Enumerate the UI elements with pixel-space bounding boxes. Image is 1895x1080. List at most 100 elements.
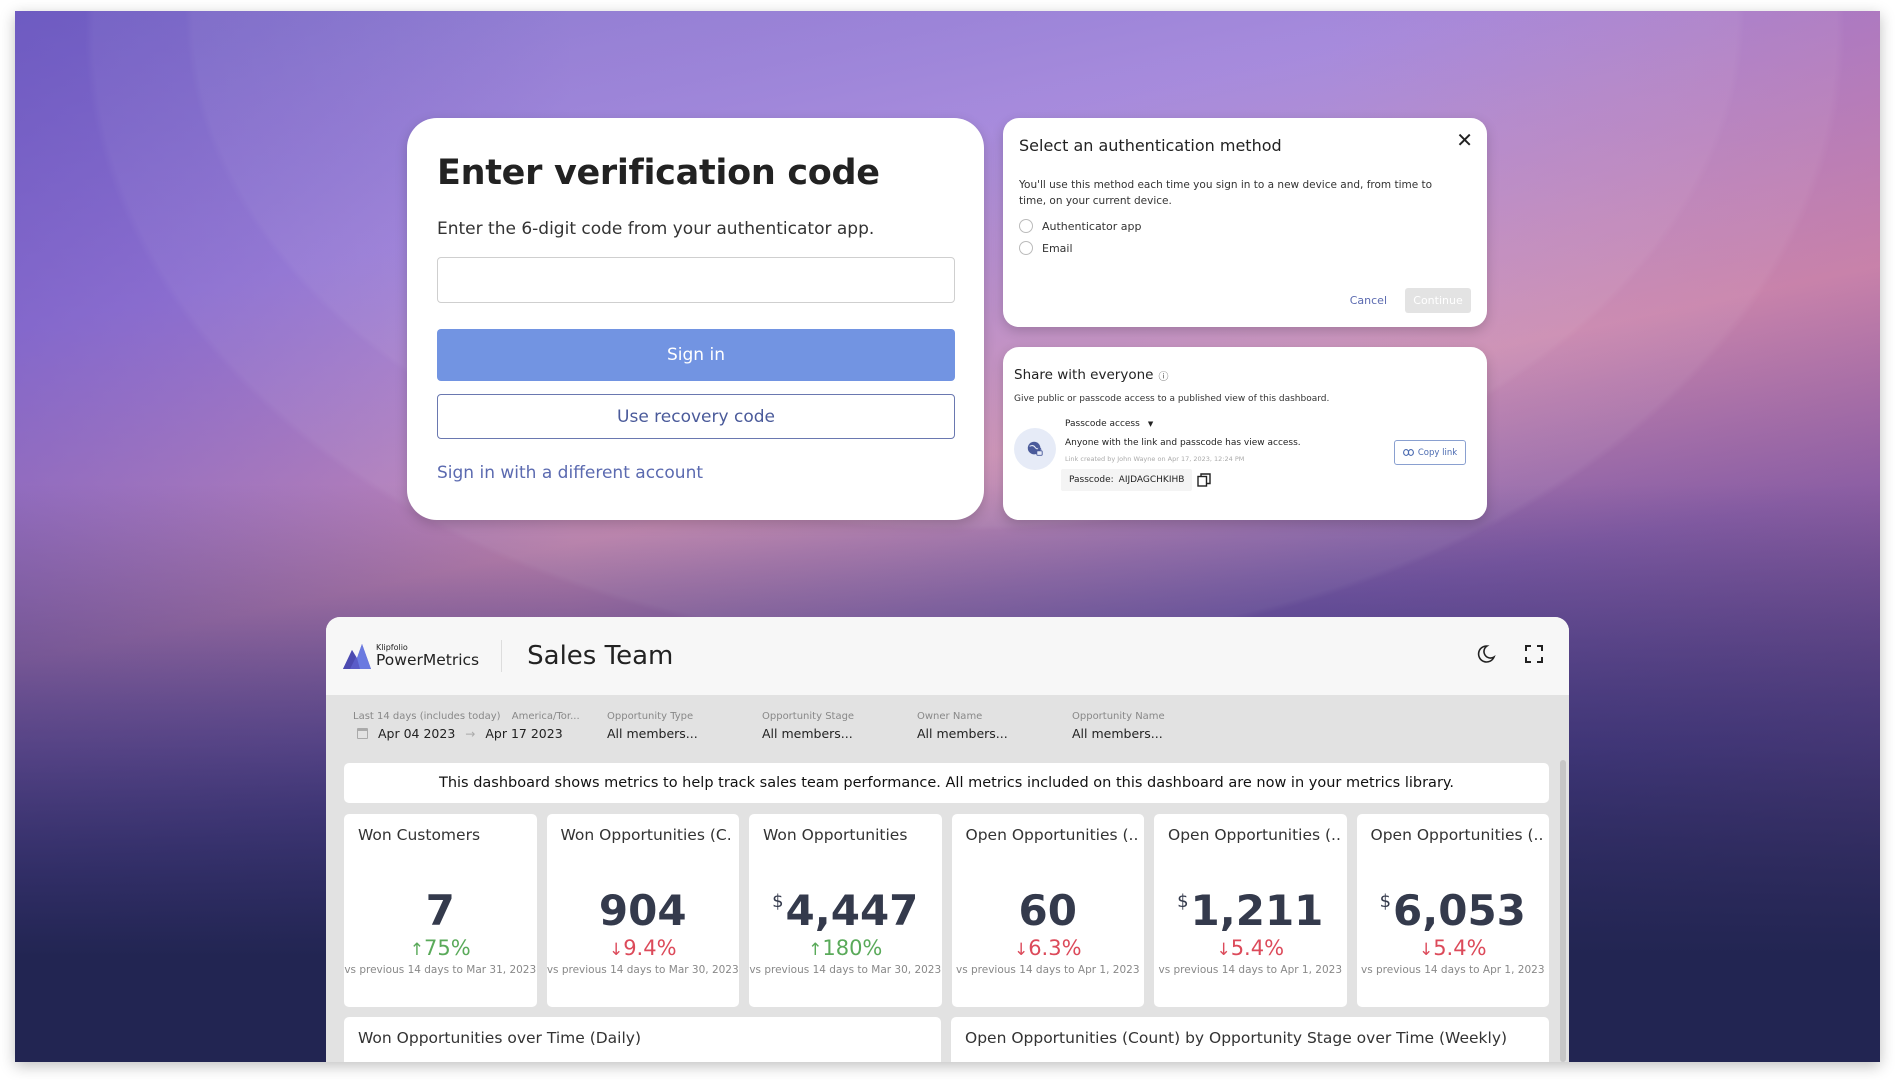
kpi-delta-value: 9.4% bbox=[623, 936, 677, 960]
globe-lock-icon bbox=[1014, 428, 1056, 470]
filter-bar: Last 14 days (includes today) America/To… bbox=[326, 695, 1569, 757]
kpi-delta-value: 75% bbox=[424, 936, 471, 960]
kpi-title: Won Customers bbox=[358, 826, 481, 844]
kpi-value: $6,053 bbox=[1357, 886, 1550, 935]
kpi-card[interactable]: Open Opportunities (... $1,211 ↓5.4% vs pre… bbox=[1154, 814, 1347, 1007]
radio-email[interactable]: Email bbox=[1019, 241, 1471, 255]
kpi-number: 7 bbox=[425, 886, 455, 935]
kpi-delta: ↑180% bbox=[749, 936, 942, 960]
currency-prefix: $ bbox=[1177, 891, 1189, 912]
kpi-comparison: vs previous 14 days to Apr 1, 2023 bbox=[955, 964, 1140, 976]
verification-code-input[interactable] bbox=[437, 257, 955, 303]
kpi-card[interactable]: Won Opportunities (C... 904 ↓9.4% vs previo… bbox=[546, 814, 740, 1007]
link-meta: Link created by John Wayne on Apr 17, 20… bbox=[1065, 455, 1245, 463]
filter-label: Opportunity Name bbox=[1072, 711, 1165, 722]
auth-dialog-description: You'll use this method each time you sig… bbox=[1019, 179, 1433, 207]
kpi-comparison: vs previous 14 days to Apr 1, 2023 bbox=[1158, 964, 1343, 976]
use-recovery-code-button[interactable]: Use recovery code bbox=[437, 394, 955, 439]
access-type-dropdown[interactable]: Passcode access ▼ bbox=[1065, 419, 1153, 429]
date-start: Apr 04 2023 bbox=[378, 726, 456, 741]
currency-prefix: $ bbox=[772, 891, 784, 912]
copy-link-label: Copy link bbox=[1417, 447, 1458, 458]
powermetrics-logo[interactable]: Klipfolio PowerMetrics bbox=[342, 642, 479, 670]
copy-link-button[interactable]: Copy link bbox=[1394, 440, 1466, 465]
kpi-comparison: vs previous 14 days to Apr 1, 2023 bbox=[1360, 964, 1545, 976]
close-icon[interactable]: ✕ bbox=[1456, 128, 1473, 152]
dashboard-window: Klipfolio PowerMetrics Sales Team Last 1… bbox=[326, 617, 1569, 1062]
kpi-card[interactable]: Open Opportunities (... 60 ↓6.3% vs previou… bbox=[951, 814, 1145, 1007]
access-description: Anyone with the link and passcode has vi… bbox=[1065, 438, 1301, 448]
kpi-card[interactable]: Won Opportunities $4,447 ↑180% vs previous … bbox=[749, 814, 942, 1007]
calendar-icon bbox=[357, 728, 368, 739]
radio-button[interactable] bbox=[1019, 241, 1033, 255]
kpi-comparison: vs previous 14 days to Mar 31, 2023 bbox=[344, 964, 537, 976]
kpi-title: Open Opportunities (... bbox=[1168, 826, 1341, 844]
verification-subtitle: Enter the 6-digit code from your authent… bbox=[437, 219, 875, 239]
kpi-delta: ↓5.4% bbox=[1154, 936, 1347, 960]
sign-in-different-account-link[interactable]: Sign in with a different account bbox=[437, 463, 954, 483]
filter-owner-name[interactable]: Owner Name All members... bbox=[917, 711, 1072, 757]
arrow-down-icon: ↓ bbox=[1216, 940, 1231, 960]
date-range-filter[interactable]: Last 14 days (includes today) America/To… bbox=[353, 711, 607, 757]
passcode-label: Passcode: bbox=[1069, 475, 1114, 485]
filter-value: All members... bbox=[607, 726, 698, 741]
dashboard-notice: This dashboard shows metrics to help tra… bbox=[344, 763, 1549, 803]
kpi-card[interactable]: Won Customers 7 ↑75% vs previous 14 days to… bbox=[344, 814, 537, 1007]
chart-card-won-opportunities[interactable]: Won Opportunities over Time (Daily) bbox=[344, 1017, 941, 1062]
share-title-row: Share with everyone ⓘ bbox=[1014, 367, 1476, 383]
filter-opportunity-stage[interactable]: Opportunity Stage All members... bbox=[762, 711, 917, 757]
filter-label: Opportunity Stage bbox=[762, 711, 855, 722]
auth-dialog-actions: Cancel Continue bbox=[1350, 288, 1471, 313]
kpi-delta-value: 180% bbox=[822, 936, 883, 960]
kpi-value: 7 bbox=[344, 886, 537, 935]
kpi-value: 904 bbox=[547, 886, 740, 935]
filter-opportunity-name[interactable]: Opportunity Name All members... bbox=[1072, 711, 1227, 757]
kpi-title: Open Opportunities (... bbox=[965, 826, 1139, 844]
kpi-delta-value: 6.3% bbox=[1028, 936, 1082, 960]
share-description: Give public or passcode access to a publ… bbox=[1014, 394, 1330, 404]
kpi-number: 60 bbox=[1018, 886, 1077, 935]
share-body: Passcode access ▼ Anyone with the link a… bbox=[1014, 416, 1476, 506]
kpi-value: $4,447 bbox=[749, 886, 942, 935]
scrollbar[interactable] bbox=[1560, 760, 1566, 1062]
filter-opportunity-type[interactable]: Opportunity Type All members... bbox=[607, 711, 762, 757]
chart-row: Won Opportunities over Time (Daily) Open… bbox=[344, 1017, 1549, 1062]
date-end: Apr 17 2023 bbox=[485, 726, 563, 741]
sign-in-button[interactable]: Sign in bbox=[437, 329, 955, 381]
kpi-number: 6,053 bbox=[1393, 886, 1526, 935]
currency-prefix: $ bbox=[1379, 891, 1392, 912]
filter-label: Owner Name bbox=[917, 711, 983, 722]
share-title: Share with everyone bbox=[1014, 367, 1154, 383]
kpi-value: $1,211 bbox=[1154, 886, 1347, 935]
kpi-title: Open Opportunities (... bbox=[1370, 826, 1544, 844]
radio-label: Email bbox=[1042, 241, 1073, 255]
continue-button[interactable]: Continue bbox=[1405, 288, 1471, 313]
fullscreen-icon[interactable] bbox=[1523, 643, 1545, 665]
moon-icon[interactable] bbox=[1475, 643, 1497, 665]
kpi-delta-value: 5.4% bbox=[1433, 936, 1487, 960]
timezone-label[interactable]: America/Tor... bbox=[512, 711, 580, 722]
cancel-button[interactable]: Cancel bbox=[1350, 294, 1387, 307]
kpi-delta: ↑75% bbox=[344, 936, 537, 960]
link-icon bbox=[1402, 449, 1414, 456]
kpi-card[interactable]: Open Opportunities (... $6,053 ↓5.4% vs pre… bbox=[1356, 814, 1550, 1007]
filter-value: All members... bbox=[917, 726, 1008, 741]
kpi-comparison: vs previous 14 days to Mar 30, 2023 bbox=[749, 964, 942, 976]
chart-card-open-opportunities[interactable]: Open Opportunities (Count) by Opportunit… bbox=[951, 1017, 1549, 1062]
arrow-down-icon: ↓ bbox=[608, 940, 624, 960]
kpi-title: Won Opportunities (C... bbox=[560, 826, 734, 844]
arrow-down-icon: ↓ bbox=[1013, 940, 1029, 960]
kpi-row: Won Customers 7 ↑75% vs previous 14 days to… bbox=[344, 814, 1549, 1007]
radio-authenticator-app[interactable]: Authenticator app bbox=[1019, 219, 1471, 233]
dashboard-header: Klipfolio PowerMetrics Sales Team bbox=[326, 617, 1569, 695]
kpi-number: 4,447 bbox=[785, 886, 919, 935]
radio-button[interactable] bbox=[1019, 219, 1033, 233]
filter-value: All members... bbox=[762, 726, 853, 741]
mountain-logo-icon bbox=[343, 644, 371, 669]
header-icons bbox=[1475, 643, 1545, 665]
kpi-delta: ↓6.3% bbox=[952, 936, 1145, 960]
info-icon[interactable]: ⓘ bbox=[1158, 368, 1168, 383]
copy-icon[interactable] bbox=[1197, 473, 1211, 487]
kpi-number: 1,211 bbox=[1190, 886, 1324, 935]
caret-down-icon: ▼ bbox=[1147, 420, 1154, 428]
